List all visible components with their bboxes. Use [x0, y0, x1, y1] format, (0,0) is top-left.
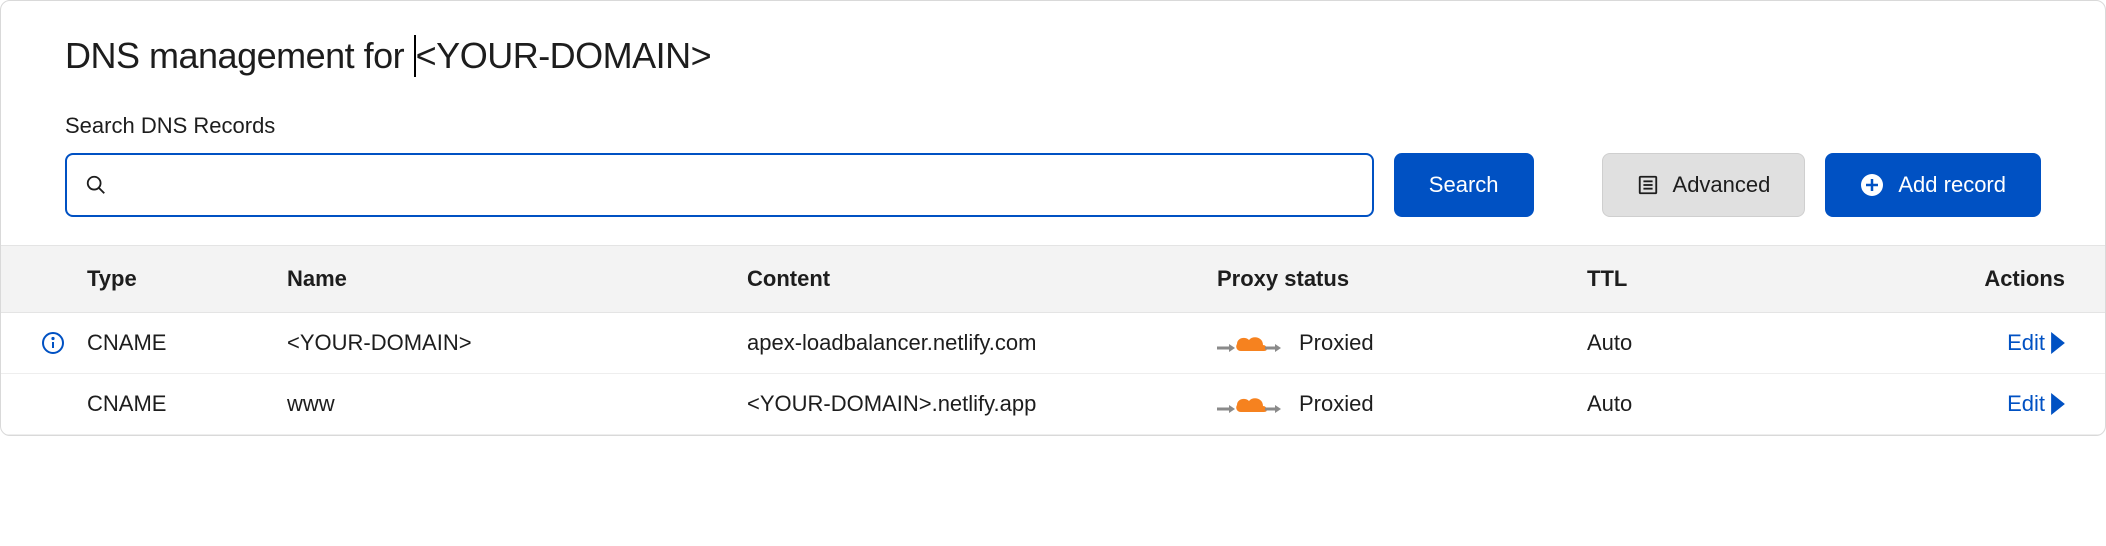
- page-title: DNS management for <YOUR-DOMAIN>: [65, 35, 2065, 77]
- search-field-wrap[interactable]: [65, 153, 1374, 217]
- chevron-right-icon: [2051, 332, 2065, 354]
- records-table: Type Name Content Proxy status TTL Actio…: [1, 245, 2105, 435]
- th-proxy[interactable]: Proxy status: [1217, 266, 1587, 292]
- chevron-right-icon: [2051, 393, 2065, 415]
- cell-name: www: [287, 391, 747, 417]
- info-icon[interactable]: [41, 331, 65, 355]
- search-button[interactable]: Search: [1394, 153, 1534, 217]
- cell-type: CNAME: [87, 330, 287, 356]
- cloud-proxied-icon: [1217, 390, 1281, 418]
- edit-label: Edit: [2007, 391, 2045, 417]
- th-content[interactable]: Content: [747, 266, 1217, 292]
- title-prefix: DNS management for: [65, 35, 414, 76]
- cell-type: CNAME: [87, 391, 287, 417]
- th-name[interactable]: Name: [287, 266, 747, 292]
- table-row: CNAME www <YOUR-DOMAIN>.netlify.app Prox…: [1, 374, 2105, 435]
- dns-panel: DNS management for <YOUR-DOMAIN> Search …: [0, 0, 2106, 436]
- list-icon: [1637, 174, 1659, 196]
- plus-circle-icon: [1860, 173, 1884, 197]
- search-input[interactable]: [121, 171, 1354, 199]
- search-label: Search DNS Records: [65, 113, 2065, 139]
- th-ttl[interactable]: TTL: [1587, 266, 1787, 292]
- advanced-button-label: Advanced: [1673, 172, 1771, 198]
- table-row: CNAME <YOUR-DOMAIN> apex-loadbalancer.ne…: [1, 313, 2105, 374]
- cell-proxy: Proxied: [1299, 330, 1374, 356]
- edit-action[interactable]: Edit: [1787, 391, 2065, 417]
- cell-content: <YOUR-DOMAIN>.netlify.app: [747, 391, 1217, 417]
- cell-ttl: Auto: [1587, 391, 1787, 417]
- edit-action[interactable]: Edit: [1787, 330, 2065, 356]
- add-record-button-label: Add record: [1898, 172, 2006, 198]
- edit-label: Edit: [2007, 330, 2045, 356]
- cell-content: apex-loadbalancer.netlify.com: [747, 330, 1217, 356]
- cell-ttl: Auto: [1587, 330, 1787, 356]
- cloud-proxied-icon: [1217, 329, 1281, 357]
- advanced-button[interactable]: Advanced: [1602, 153, 1806, 217]
- search-button-label: Search: [1429, 172, 1499, 198]
- cell-proxy: Proxied: [1299, 391, 1374, 417]
- cell-name: <YOUR-DOMAIN>: [287, 330, 747, 356]
- title-domain: <YOUR-DOMAIN>: [414, 35, 712, 77]
- add-record-button[interactable]: Add record: [1825, 153, 2041, 217]
- toolbar: Search Advanced Add record: [65, 153, 2041, 217]
- table-header: Type Name Content Proxy status TTL Actio…: [1, 245, 2105, 313]
- th-actions: Actions: [1787, 266, 2065, 292]
- search-icon: [85, 174, 107, 196]
- th-type[interactable]: Type: [87, 266, 287, 292]
